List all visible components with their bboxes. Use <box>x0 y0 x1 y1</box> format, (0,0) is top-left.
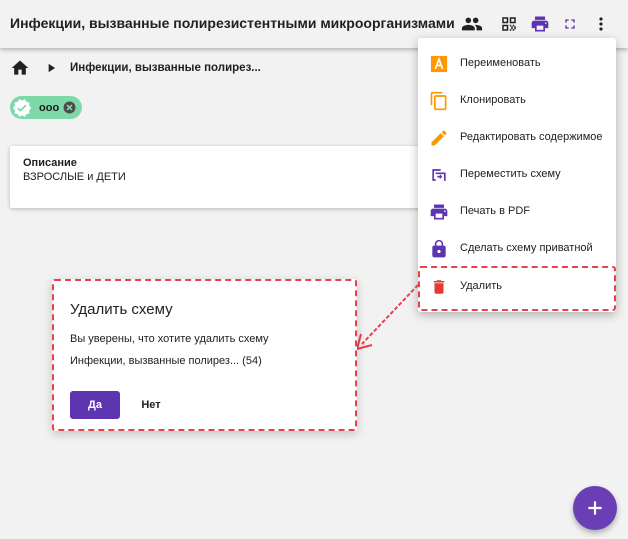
menu-item-rename[interactable]: Переименовать <box>418 46 616 82</box>
menu-item-move[interactable]: Переместить схему <box>418 157 616 193</box>
menu-item-label: Сделать схему приватной <box>460 242 593 254</box>
add-fab-button[interactable] <box>573 486 617 530</box>
tag-label: ооо <box>39 101 60 114</box>
dialog-scheme-name: Инфекции, вызванные полирез... (54) <box>70 355 262 367</box>
menu-item-make-private[interactable]: Сделать схему приватной <box>418 231 616 267</box>
delete-confirm-dialog: Удалить схему Вы уверены, что хотите уда… <box>52 279 357 431</box>
menu-item-print-pdf[interactable]: Печать в PDF <box>418 194 616 230</box>
print-icon <box>429 202 449 222</box>
share-users-icon[interactable] <box>460 12 484 36</box>
verified-badge-icon <box>12 98 32 118</box>
home-icon[interactable] <box>10 58 30 78</box>
menu-item-delete[interactable]: Удалить <box>418 269 616 305</box>
description-label: Описание <box>23 157 77 169</box>
plus-icon <box>588 501 602 515</box>
yes-button[interactable]: Да <box>70 391 120 419</box>
page-title: Инфекции, вызванные полирезистентными ми… <box>10 15 455 31</box>
menu-item-label: Удалить <box>460 280 502 292</box>
trash-icon <box>429 277 449 297</box>
menu-item-edit-content[interactable]: Редактировать содержимое <box>418 120 616 156</box>
context-menu: Переименовать Клонировать Редактировать … <box>418 38 616 312</box>
move-icon <box>429 165 449 185</box>
print-icon[interactable] <box>528 12 552 36</box>
tag-chip[interactable]: ооо <box>10 96 82 119</box>
menu-item-label: Переместить схему <box>460 168 561 180</box>
no-button[interactable]: Нет <box>130 391 172 419</box>
breadcrumb-current[interactable]: Инфекции, вызванные полирез... <box>70 62 261 74</box>
copy-icon <box>429 91 449 111</box>
breadcrumb: Инфекции, вызванные полирез... <box>10 58 261 78</box>
more-vert-icon[interactable] <box>589 12 613 36</box>
chip-close-icon[interactable] <box>63 101 76 114</box>
description-value: ВЗРОСЛЫЕ и ДЕТИ <box>23 171 126 183</box>
description-card: Описание ВЗРОСЛЫЕ и ДЕТИ <box>10 146 430 208</box>
play-arrow-icon <box>48 63 56 73</box>
lock-icon <box>429 239 449 259</box>
menu-item-label: Печать в PDF <box>460 205 530 217</box>
dialog-question: Вы уверены, что хотите удалить схему <box>70 333 269 345</box>
menu-item-label: Редактировать содержимое <box>460 131 603 143</box>
menu-item-label: Клонировать <box>460 94 526 106</box>
dialog-title: Удалить схему <box>70 301 173 318</box>
menu-item-label: Переименовать <box>460 57 541 69</box>
pencil-icon <box>429 128 449 148</box>
menu-item-clone[interactable]: Клонировать <box>418 83 616 119</box>
fullscreen-icon[interactable] <box>558 12 582 36</box>
rename-icon <box>429 54 449 74</box>
qr-code-icon[interactable] <box>497 12 521 36</box>
